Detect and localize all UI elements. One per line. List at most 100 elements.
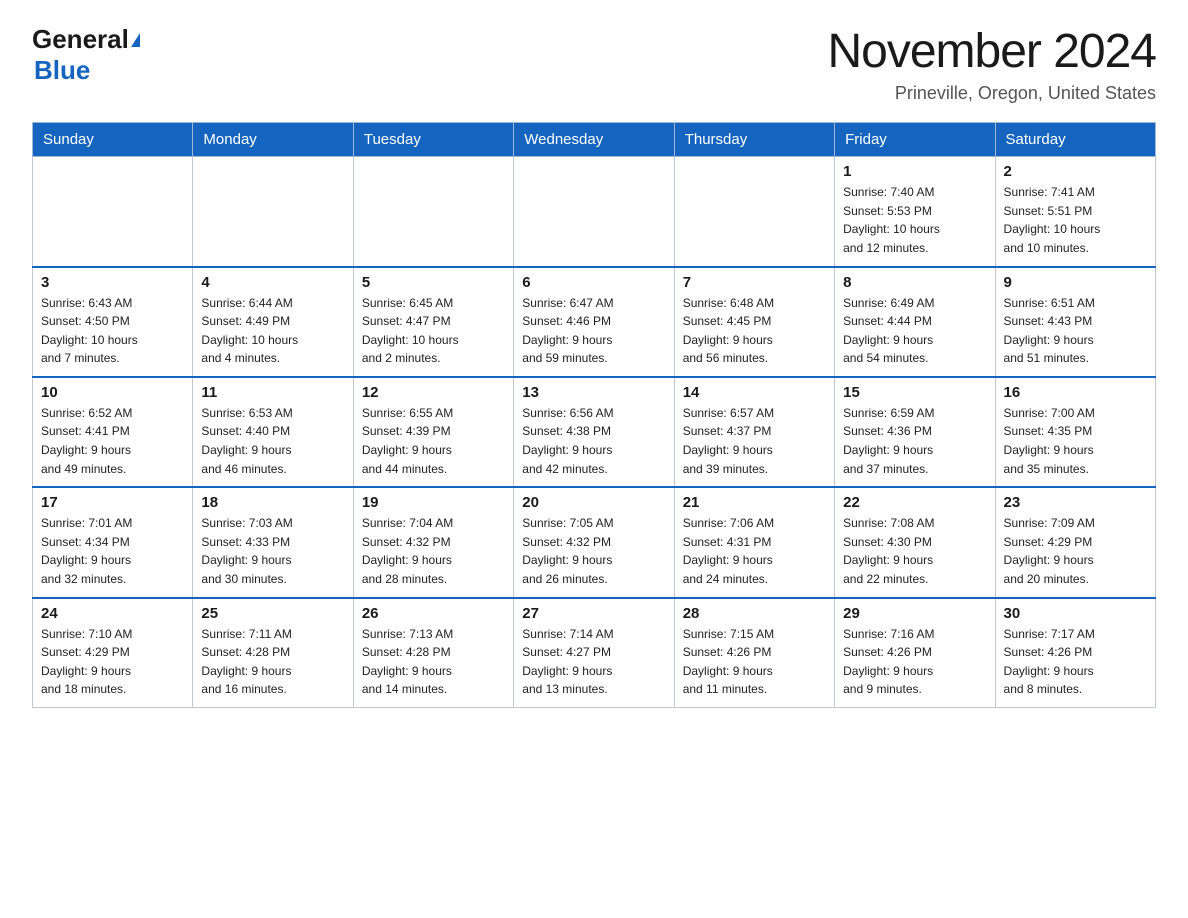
calendar-cell: 2 Sunrise: 7:41 AM Sunset: 5:51 PM Daylig… (995, 157, 1155, 267)
day-info: Sunrise: 7:40 AM Sunset: 5:53 PM Dayligh… (843, 183, 986, 257)
logo: General Blue (32, 24, 140, 86)
calendar-cell: 10 Sunrise: 6:52 AM Sunset: 4:41 PM Dayli… (33, 377, 193, 487)
day-info: Sunrise: 6:53 AM Sunset: 4:40 PM Dayligh… (201, 404, 344, 478)
calendar-cell (353, 157, 513, 267)
day-info: Sunrise: 7:11 AM Sunset: 4:28 PM Dayligh… (201, 625, 344, 699)
calendar-cell: 8 Sunrise: 6:49 AM Sunset: 4:44 PM Daylig… (835, 267, 995, 377)
calendar-week-row: 1 Sunrise: 7:40 AM Sunset: 5:53 PM Daylig… (33, 157, 1156, 267)
calendar-cell: 17Sunrise: 7:01 AM Sunset: 4:34 PM Dayli… (33, 487, 193, 597)
day-of-week-header: Friday (835, 123, 995, 157)
day-number: 14 (683, 384, 826, 401)
calendar-week-row: 24Sunrise: 7:10 AM Sunset: 4:29 PM Dayli… (33, 598, 1156, 708)
logo-general-text: General (32, 24, 129, 55)
calendar-cell: 19 Sunrise: 7:04 AM Sunset: 4:32 PM Dayli… (353, 487, 513, 597)
calendar-cell (514, 157, 674, 267)
day-number: 21 (683, 494, 826, 511)
day-info: Sunrise: 7:15 AM Sunset: 4:26 PM Dayligh… (683, 625, 826, 699)
days-header-row: SundayMondayTuesdayWednesdayThursdayFrid… (33, 123, 1156, 157)
calendar-cell: 23 Sunrise: 7:09 AM Sunset: 4:29 PM Dayli… (995, 487, 1155, 597)
day-number: 11 (201, 384, 344, 401)
day-info: Sunrise: 7:03 AM Sunset: 4:33 PM Dayligh… (201, 514, 344, 588)
day-number: 24 (41, 605, 184, 622)
day-number: 18 (201, 494, 344, 511)
day-of-week-header: Tuesday (353, 123, 513, 157)
calendar-cell (674, 157, 834, 267)
calendar-cell: 11 Sunrise: 6:53 AM Sunset: 4:40 PM Dayli… (193, 377, 353, 487)
day-info: Sunrise: 6:52 AM Sunset: 4:41 PM Dayligh… (41, 404, 184, 478)
day-info: Sunrise: 7:16 AM Sunset: 4:26 PM Dayligh… (843, 625, 986, 699)
day-info: Sunrise: 7:14 AM Sunset: 4:27 PM Dayligh… (522, 625, 665, 699)
calendar-cell: 1 Sunrise: 7:40 AM Sunset: 5:53 PM Daylig… (835, 157, 995, 267)
calendar-cell: 12 Sunrise: 6:55 AM Sunset: 4:39 PM Dayli… (353, 377, 513, 487)
calendar-cell (193, 157, 353, 267)
logo-blue-text: Blue (34, 55, 90, 86)
day-info: Sunrise: 7:09 AM Sunset: 4:29 PM Dayligh… (1004, 514, 1147, 588)
day-info: Sunrise: 6:45 AM Sunset: 4:47 PM Dayligh… (362, 294, 505, 368)
calendar-cell: 27 Sunrise: 7:14 AM Sunset: 4:27 PM Dayli… (514, 598, 674, 708)
logo-triangle-icon (131, 33, 140, 47)
location-text: Prineville, Oregon, United States (827, 83, 1156, 104)
day-number: 20 (522, 494, 665, 511)
day-info: Sunrise: 6:44 AM Sunset: 4:49 PM Dayligh… (201, 294, 344, 368)
calendar-cell (33, 157, 193, 267)
day-info: Sunrise: 6:55 AM Sunset: 4:39 PM Dayligh… (362, 404, 505, 478)
day-number: 6 (522, 274, 665, 291)
page-header: General Blue November 2024 Prineville, O… (32, 24, 1156, 104)
calendar-cell: 6 Sunrise: 6:47 AM Sunset: 4:46 PM Daylig… (514, 267, 674, 377)
day-number: 5 (362, 274, 505, 291)
day-number: 7 (683, 274, 826, 291)
day-number: 23 (1004, 494, 1147, 511)
day-number: 26 (362, 605, 505, 622)
calendar-cell: 26 Sunrise: 7:13 AM Sunset: 4:28 PM Dayli… (353, 598, 513, 708)
day-number: 2 (1004, 163, 1147, 180)
calendar-week-row: 17Sunrise: 7:01 AM Sunset: 4:34 PM Dayli… (33, 487, 1156, 597)
day-info: Sunrise: 7:13 AM Sunset: 4:28 PM Dayligh… (362, 625, 505, 699)
calendar-cell: 5 Sunrise: 6:45 AM Sunset: 4:47 PM Daylig… (353, 267, 513, 377)
calendar-week-row: 3Sunrise: 6:43 AM Sunset: 4:50 PM Daylig… (33, 267, 1156, 377)
day-info: Sunrise: 7:06 AM Sunset: 4:31 PM Dayligh… (683, 514, 826, 588)
month-title: November 2024 (827, 24, 1156, 79)
calendar-cell: 9Sunrise: 6:51 AM Sunset: 4:43 PM Daylig… (995, 267, 1155, 377)
day-number: 10 (41, 384, 184, 401)
calendar-cell: 13Sunrise: 6:56 AM Sunset: 4:38 PM Dayli… (514, 377, 674, 487)
day-number: 12 (362, 384, 505, 401)
day-number: 29 (843, 605, 986, 622)
calendar-week-row: 10 Sunrise: 6:52 AM Sunset: 4:41 PM Dayli… (33, 377, 1156, 487)
day-number: 8 (843, 274, 986, 291)
day-info: Sunrise: 6:48 AM Sunset: 4:45 PM Dayligh… (683, 294, 826, 368)
calendar-table: SundayMondayTuesdayWednesdayThursdayFrid… (32, 122, 1156, 708)
calendar-cell: 3Sunrise: 6:43 AM Sunset: 4:50 PM Daylig… (33, 267, 193, 377)
calendar-cell: 14 Sunrise: 6:57 AM Sunset: 4:37 PM Dayli… (674, 377, 834, 487)
day-info: Sunrise: 6:57 AM Sunset: 4:37 PM Dayligh… (683, 404, 826, 478)
day-number: 22 (843, 494, 986, 511)
day-number: 1 (843, 163, 986, 180)
calendar-cell: 16 Sunrise: 7:00 AM Sunset: 4:35 PM Dayli… (995, 377, 1155, 487)
day-info: Sunrise: 7:04 AM Sunset: 4:32 PM Dayligh… (362, 514, 505, 588)
day-info: Sunrise: 6:59 AM Sunset: 4:36 PM Dayligh… (843, 404, 986, 478)
day-number: 16 (1004, 384, 1147, 401)
day-info: Sunrise: 7:17 AM Sunset: 4:26 PM Dayligh… (1004, 625, 1147, 699)
day-number: 15 (843, 384, 986, 401)
day-number: 19 (362, 494, 505, 511)
calendar-cell: 20Sunrise: 7:05 AM Sunset: 4:32 PM Dayli… (514, 487, 674, 597)
day-info: Sunrise: 7:00 AM Sunset: 4:35 PM Dayligh… (1004, 404, 1147, 478)
calendar-cell: 24Sunrise: 7:10 AM Sunset: 4:29 PM Dayli… (33, 598, 193, 708)
calendar-cell: 22 Sunrise: 7:08 AM Sunset: 4:30 PM Dayli… (835, 487, 995, 597)
day-info: Sunrise: 7:41 AM Sunset: 5:51 PM Dayligh… (1004, 183, 1147, 257)
day-info: Sunrise: 6:56 AM Sunset: 4:38 PM Dayligh… (522, 404, 665, 478)
calendar-cell: 4Sunrise: 6:44 AM Sunset: 4:49 PM Daylig… (193, 267, 353, 377)
title-block: November 2024 Prineville, Oregon, United… (827, 24, 1156, 104)
day-number: 28 (683, 605, 826, 622)
day-number: 3 (41, 274, 184, 291)
calendar-cell: 30Sunrise: 7:17 AM Sunset: 4:26 PM Dayli… (995, 598, 1155, 708)
day-number: 9 (1004, 274, 1147, 291)
day-of-week-header: Sunday (33, 123, 193, 157)
day-number: 25 (201, 605, 344, 622)
day-of-week-header: Saturday (995, 123, 1155, 157)
calendar-cell: 7 Sunrise: 6:48 AM Sunset: 4:45 PM Daylig… (674, 267, 834, 377)
day-of-week-header: Monday (193, 123, 353, 157)
day-info: Sunrise: 6:49 AM Sunset: 4:44 PM Dayligh… (843, 294, 986, 368)
day-info: Sunrise: 6:47 AM Sunset: 4:46 PM Dayligh… (522, 294, 665, 368)
day-info: Sunrise: 7:08 AM Sunset: 4:30 PM Dayligh… (843, 514, 986, 588)
day-number: 27 (522, 605, 665, 622)
